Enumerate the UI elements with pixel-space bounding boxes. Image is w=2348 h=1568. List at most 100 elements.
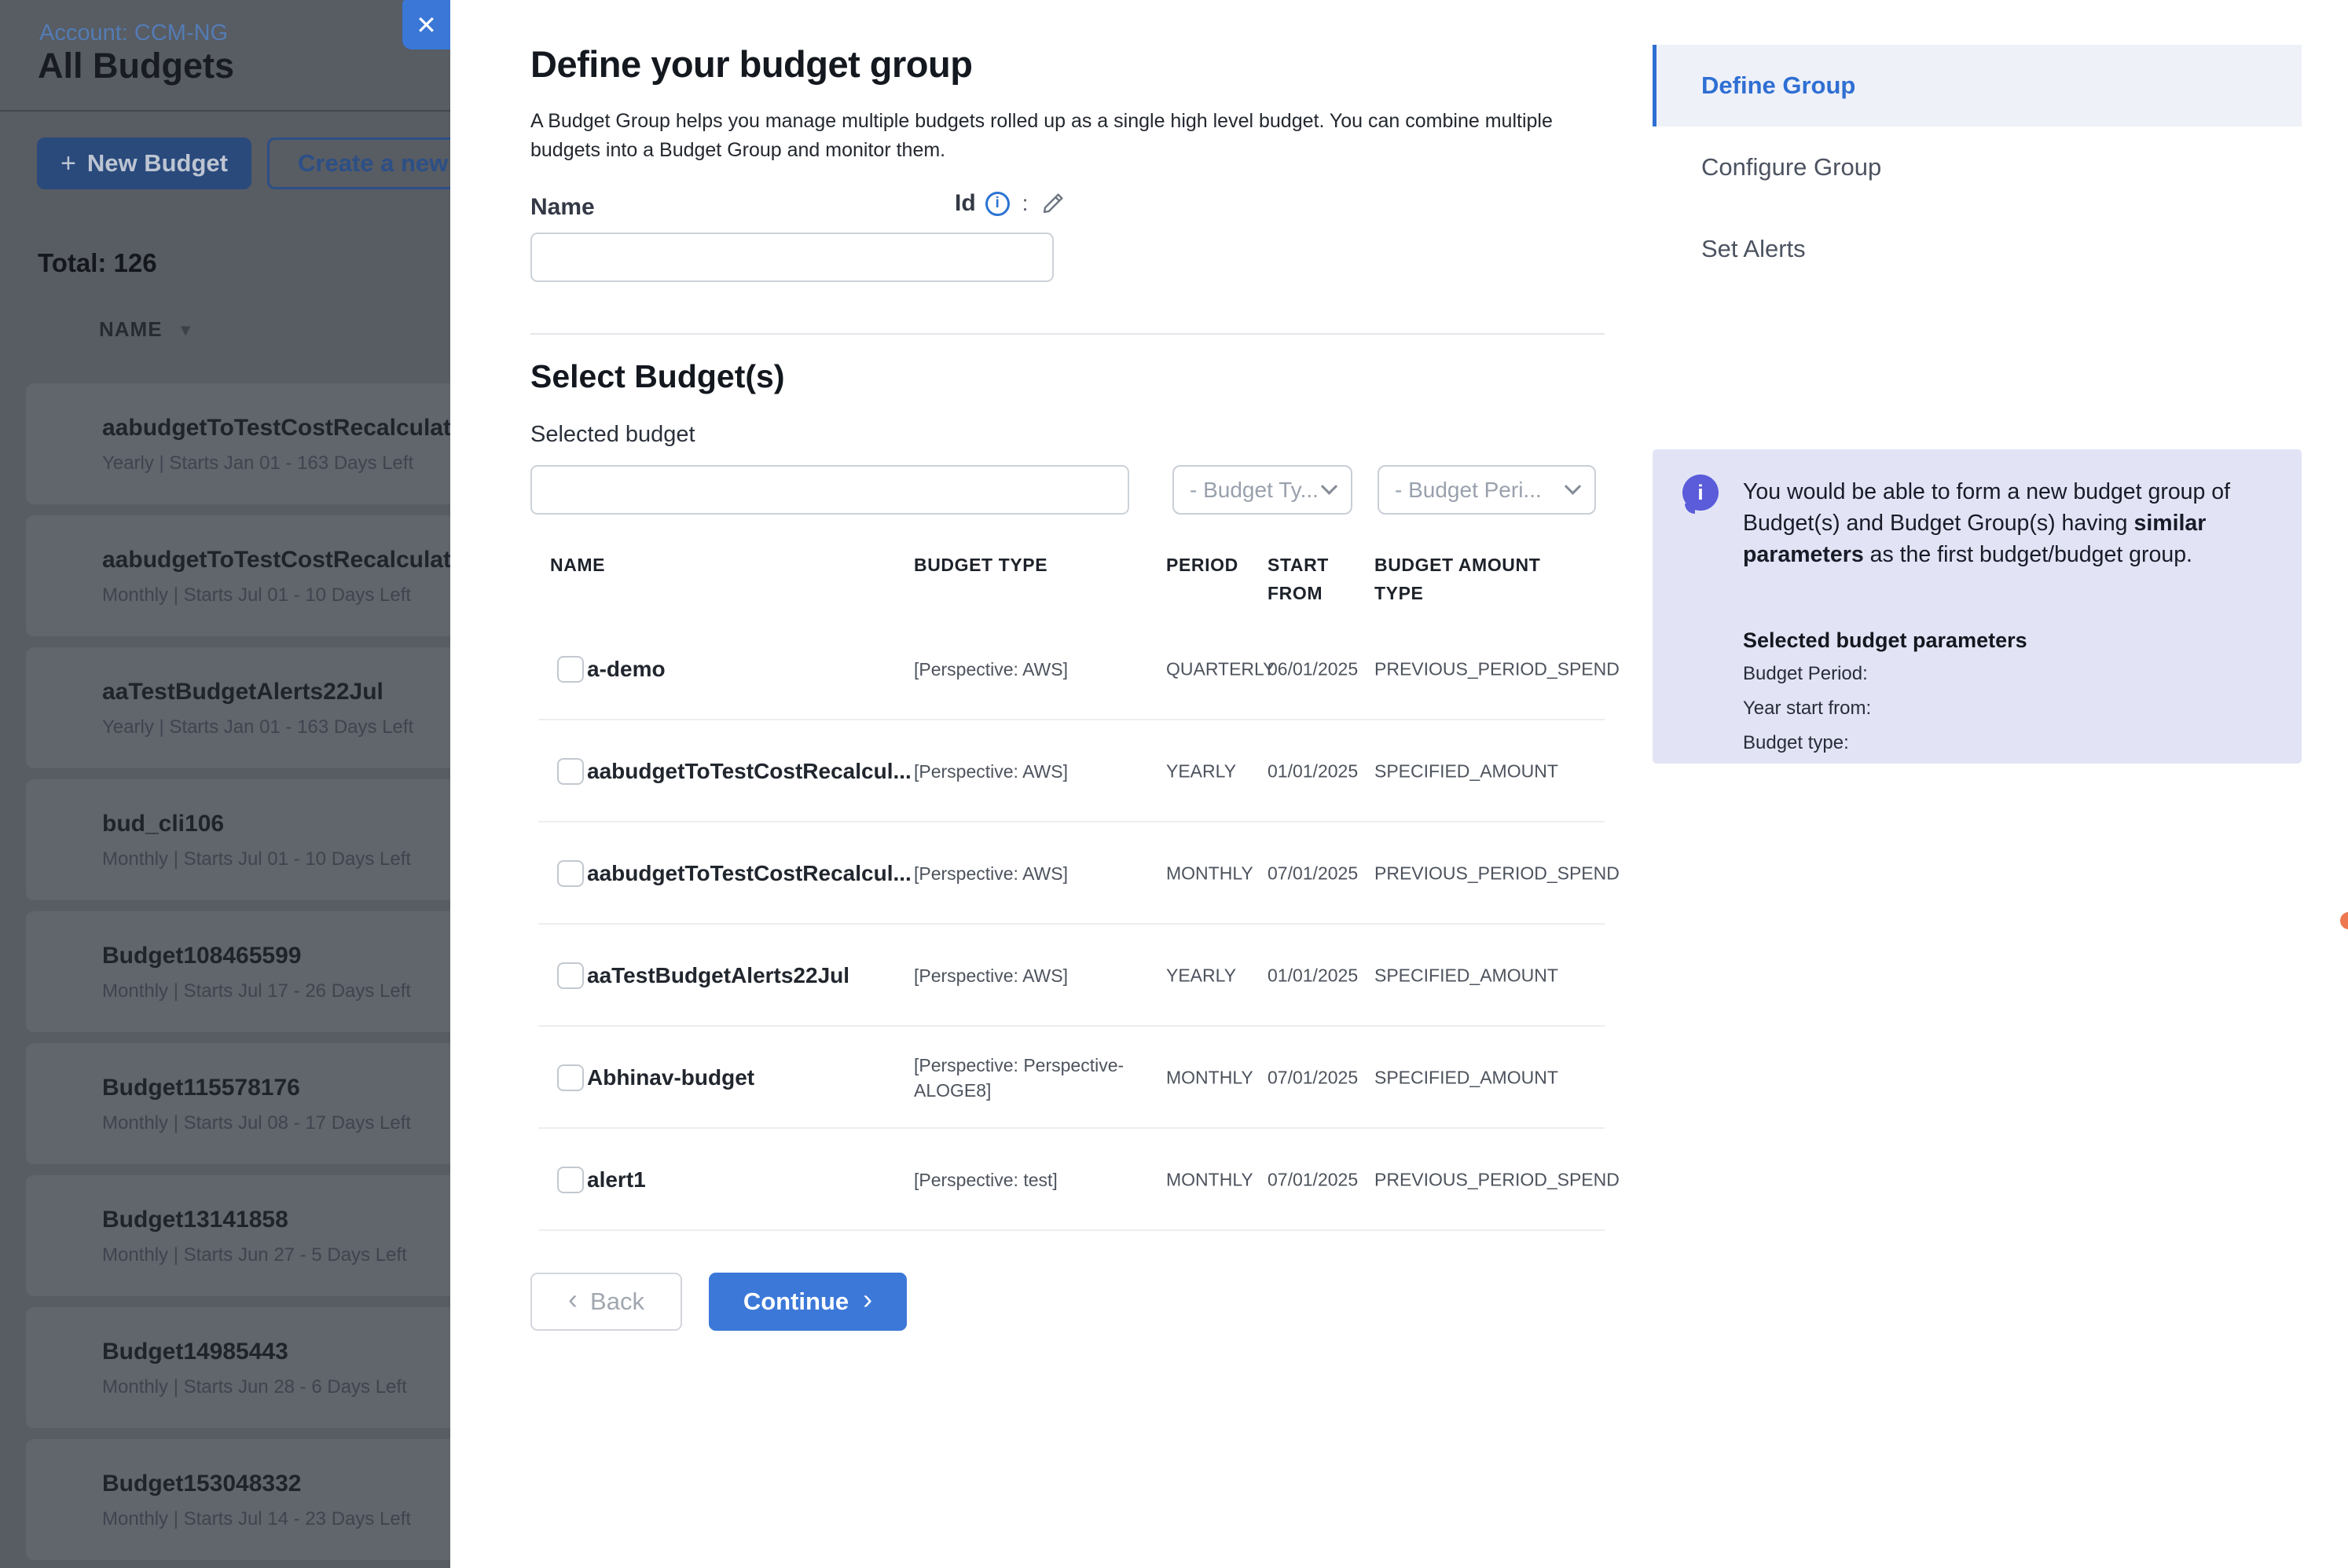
row-checkbox[interactable] [557,962,584,989]
name-column-header[interactable]: NAME ▾ [99,317,191,342]
table-header-cell: PERIOD [1166,551,1238,580]
wizard-step-configure-group[interactable]: Configure Group [1653,126,2302,208]
modal-description-line: budgets into a Budget Group and monitor … [530,136,1553,165]
close-button[interactable]: ✕ [402,0,450,49]
cell-period: MONTHLY [1166,1170,1253,1191]
parameter-line: Budget type: [1743,732,1871,754]
group-name-input[interactable] [530,233,1054,282]
cell-budget-amount-type: SPECIFIED_AMOUNT [1374,761,1558,782]
chevron-down-icon [1565,478,1581,495]
cell-name: aabudgetToTestCostRecalcul... [587,759,912,784]
new-budget-button[interactable]: + New Budget [37,137,251,189]
new-budget-label: New Budget [87,149,228,178]
cell-period: YEARLY [1166,761,1236,782]
page-title: All Budgets [38,46,234,86]
cell-period: MONTHLY [1166,863,1253,885]
edit-icon[interactable] [1040,191,1066,216]
id-label: Id [955,190,976,217]
close-icon: ✕ [416,10,437,40]
back-label: Back [590,1288,644,1316]
cell-period: QUARTERLY [1166,659,1275,680]
chevron-down-icon [1321,478,1337,495]
cell-budget-amount-type: SPECIFIED_AMOUNT [1374,1068,1558,1089]
cell-start-from: 07/01/2025 [1268,863,1358,885]
screen: Account: CCM-NG All Budgets + New Budget… [0,0,2348,1568]
table-header-cell: NAME [550,551,605,580]
info-icon[interactable]: i [985,192,1010,216]
table-row[interactable]: alert1 [Perspective: test]MONTHLY 07/01/20… [530,1129,1605,1231]
chevron-left-icon: ‹ [568,1285,578,1318]
cell-start-from: 01/01/2025 [1268,965,1358,987]
cell-start-from: 07/01/2025 [1268,1170,1358,1191]
continue-button[interactable]: Continue › [709,1273,907,1331]
cell-budget-amount-type: PREVIOUS_PERIOD_SPEND [1374,659,1620,680]
cell-start-from: 01/01/2025 [1268,761,1358,782]
wizard-step-define-group[interactable]: Define Group [1653,45,2302,126]
cell-budget-amount-type: SPECIFIED_AMOUNT [1374,965,1558,987]
wizard-steps: Define GroupConfigure GroupSet Alerts [1653,45,2302,290]
cell-start-from: 06/01/2025 [1268,659,1358,680]
budget-group-modal: Define your budget group A Budget Group … [450,0,2348,1568]
table-header-cell: START FROM [1268,551,1358,607]
cell-budget-type: [Perspective: AWS] [914,759,1162,784]
total-count: Total: 126 [38,248,157,278]
selected-parameters-list: Budget Period: Year start from: Budget typ… [1743,663,1871,767]
cell-budget-type: [Perspective: AWS] [914,861,1162,886]
row-checkbox[interactable] [557,860,584,887]
cell-name: a-demo [587,657,666,682]
modal-description: A Budget Group helps you manage multiple… [530,107,1553,165]
cell-budget-amount-type: PREVIOUS_PERIOD_SPEND [1374,1170,1620,1191]
info-bubble-icon: i [1682,474,1719,511]
selected-budget-label: Selected budget [530,422,695,448]
table-row[interactable]: Abhinav-budget [Perspective: Perspective-… [530,1027,1605,1129]
cell-name: alert1 [587,1167,646,1192]
plus-icon: + [61,148,76,179]
table-row[interactable]: a-demo [Perspective: AWS]QUARTERLY06/01/2… [530,618,1605,720]
row-checkbox[interactable] [557,758,584,785]
budget-period-filter[interactable]: - Budget Peri... [1378,465,1596,515]
cell-name: aaTestBudgetAlerts22Jul [587,963,849,988]
id-group: Id i : [955,190,1066,217]
cell-budget-amount-type: PREVIOUS_PERIOD_SPEND [1374,863,1620,885]
table-header-cell: BUDGET AMOUNT TYPE [1374,551,1551,607]
table-row[interactable]: aabudgetToTestCostRecalcul...[Perspectiv… [530,822,1605,925]
table-row[interactable]: aabudgetToTestCostRecalcul...[Perspectiv… [530,720,1605,822]
budget-type-filter[interactable]: - Budget Ty... [1172,465,1352,515]
back-button[interactable]: ‹ Back [530,1273,682,1331]
cell-budget-type: [Perspective: Perspective-ALOGE8] [914,1053,1162,1103]
cell-name: Abhinav-budget [587,1065,754,1090]
sort-caret-icon: ▾ [182,320,191,340]
account-breadcrumb[interactable]: Account: CCM-NG [39,20,228,46]
cell-budget-type: [Perspective: test] [914,1167,1162,1192]
cell-period: YEARLY [1166,965,1236,987]
row-checkbox[interactable] [557,656,584,683]
cell-period: MONTHLY [1166,1068,1253,1089]
info-panel: i You would be able to form a new budget… [1653,449,2302,764]
row-checkbox[interactable] [557,1167,584,1193]
header-divider [0,110,471,112]
cell-name: aabudgetToTestCostRecalcul... [587,861,912,886]
selected-parameters-title: Selected budget parameters [1743,628,2027,653]
table-row[interactable]: aaTestBudgetAlerts22Jul [Perspective: AWS… [530,925,1605,1027]
modal-description-line: A Budget Group helps you manage multiple… [530,107,1553,136]
selected-budget-input[interactable] [530,465,1129,515]
parameter-line: Year start from: [1743,698,1871,720]
name-label: Name [530,194,595,221]
cell-start-from: 07/01/2025 [1268,1068,1358,1089]
section-divider [530,333,1605,335]
cell-budget-type: [Perspective: AWS] [914,963,1162,988]
continue-label: Continue [743,1288,849,1316]
info-panel-text: You would be able to form a new budget g… [1743,476,2301,570]
wizard-step-set-alerts[interactable]: Set Alerts [1653,208,2302,290]
budget-type-filter-value: - Budget Ty... [1190,478,1319,503]
budget-table: a-demo[Perspective: AWS]QUARTERLY06/01/2… [530,618,1605,1231]
select-budgets-title: Select Budget(s) [530,358,785,395]
table-header-cell: BUDGET TYPE [914,551,1047,580]
row-checkbox[interactable] [557,1064,584,1091]
cell-budget-type: [Perspective: AWS] [914,657,1162,682]
chevron-right-icon: › [863,1285,872,1318]
name-column-label: NAME [99,317,163,342]
table-header-row: NAME BUDGET TYPE PERIOD START FROM BUDGET AM… [530,551,1605,619]
parameter-line: Budget Period: [1743,663,1871,685]
modal-title: Define your budget group [530,42,972,86]
